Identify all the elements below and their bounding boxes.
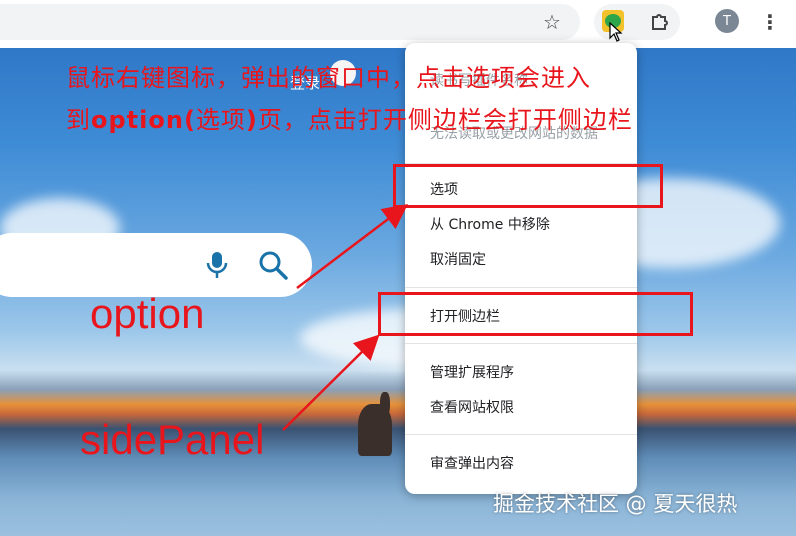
- highlight-box-side-panel: [378, 292, 693, 336]
- annotation-sidepanel-label: sidePanel: [80, 416, 265, 463]
- menu-item-unpin[interactable]: 取消固定: [430, 249, 486, 269]
- highlight-box-options: [393, 164, 663, 208]
- annotation-option-label: option: [90, 290, 205, 337]
- menu-item-inspect-popup[interactable]: 审查弹出内容: [430, 453, 514, 473]
- rock-spire: [380, 392, 390, 416]
- mouse-cursor-icon: [609, 22, 623, 42]
- menu-item-manage-extensions[interactable]: 管理扩展程序: [430, 362, 514, 382]
- puzzle-icon[interactable]: [648, 10, 672, 34]
- menu-separator: [405, 287, 637, 288]
- kebab-menu-icon[interactable]: ⋮: [760, 10, 780, 34]
- search-icon[interactable]: [257, 249, 289, 281]
- annotation-instruction-line2: 到option(选项)页，点击打开侧边栏会打开侧边栏: [66, 100, 633, 135]
- browser-toolbar: ☆ T ⋮: [0, 0, 796, 48]
- profile-avatar[interactable]: T: [715, 9, 739, 33]
- annotation-text: ): [245, 106, 258, 134]
- menu-separator: [405, 343, 637, 344]
- menu-item-view-site-permissions[interactable]: 查看网站权限: [430, 397, 514, 417]
- menu-separator: [405, 434, 637, 435]
- annotation-text: option(: [91, 106, 196, 134]
- annotation-text: 选项: [195, 106, 246, 134]
- star-icon[interactable]: ☆: [540, 10, 564, 34]
- address-bar[interactable]: [0, 4, 580, 40]
- annotation-text: 页，点击打开侧边栏会打开侧边栏: [257, 106, 633, 134]
- annotation-text: 到: [66, 106, 91, 134]
- watermark: 掘金技术社区 @ 夏天很热: [493, 492, 738, 516]
- menu-item-remove-from-chrome[interactable]: 从 Chrome 中移除: [430, 214, 550, 234]
- annotation-instruction-line1: 鼠标右键图标，弹出的窗口中，点击选项会进入: [66, 64, 591, 92]
- mic-icon[interactable]: [204, 250, 230, 280]
